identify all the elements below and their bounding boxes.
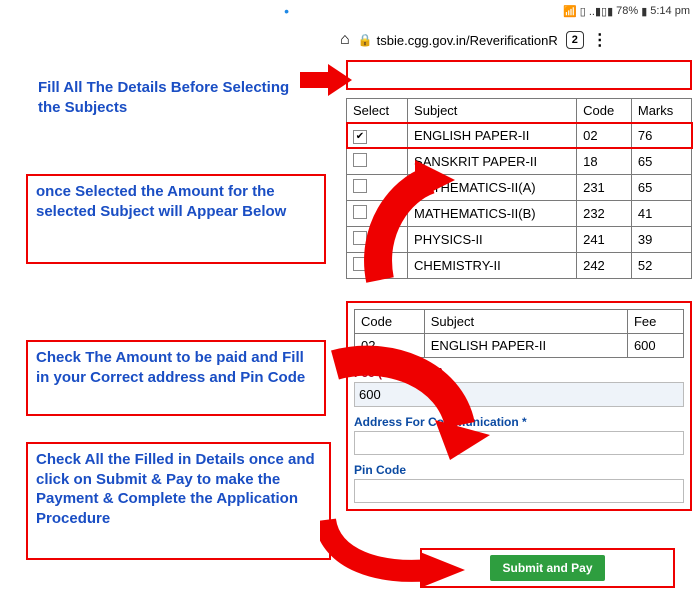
col-fee: Fee <box>627 309 683 333</box>
cell-marks: 39 <box>631 226 691 252</box>
cell-code: 241 <box>577 226 632 252</box>
cell-subject: MATHEMATICS-II(B) <box>408 200 577 226</box>
cell-marks: 52 <box>631 252 691 278</box>
subjects-table: Select Subject Code Marks ENGLISH PAPER-… <box>346 98 692 279</box>
submit-and-pay-button[interactable]: Submit and Pay <box>490 555 604 581</box>
cell-fee: 600 <box>627 333 683 357</box>
col-select: Select <box>347 99 408 123</box>
battery-text: 78% <box>616 5 638 17</box>
table-row: PHYSICS-II 241 39 <box>347 226 692 252</box>
col-marks: Marks <box>631 99 691 123</box>
cell-code: 231 <box>577 174 632 200</box>
cell-marks: 76 <box>631 123 691 149</box>
cell-code: 242 <box>577 252 632 278</box>
status-right: 📶 ▯ ..▮▯▮ 78% ▮ 5:14 pm <box>563 5 690 18</box>
cell-code: 02 <box>577 123 632 149</box>
cell-marks: 65 <box>631 174 691 200</box>
fee-table: Code Subject Fee 02 ENGLISH PAPER-II 600 <box>354 309 684 358</box>
annotation-fill-details: Fill All The Details Before Selecting th… <box>30 72 310 123</box>
tab-count[interactable]: 2 <box>566 31 584 49</box>
table-row: 02 ENGLISH PAPER-II 600 <box>355 333 684 357</box>
checkbox[interactable] <box>353 257 367 271</box>
cell-subject: MATHEMATICS-II(A) <box>408 174 577 200</box>
table-header: Code Subject Fee <box>355 309 684 333</box>
cell-code: 02 <box>355 333 425 357</box>
url-box[interactable]: 🔒 tsbie.cgg.gov.in/ReverificationR <box>358 33 558 48</box>
form-area: Select Subject Code Marks ENGLISH PAPER-… <box>346 60 692 511</box>
fee-label: Fee (in Rupees) <box>354 366 684 380</box>
table-row: ENGLISH PAPER-II 02 76 <box>347 123 692 149</box>
table-row: MATHEMATICS-II(B) 232 41 <box>347 200 692 226</box>
annotation-selected-amount: once Selected the Amount for the selecte… <box>26 174 326 264</box>
col-code: Code <box>577 99 632 123</box>
checkbox[interactable] <box>353 179 367 193</box>
lock-icon: 🔒 <box>358 33 373 47</box>
checkbox[interactable] <box>353 130 367 144</box>
signal-icon: 📶 <box>563 5 577 18</box>
address-input[interactable] <box>354 431 684 455</box>
annotation-check-amount: Check The Amount to be paid and Fill in … <box>26 340 326 416</box>
cell-subject: CHEMISTRY-II <box>408 252 577 278</box>
cell-subject: PHYSICS-II <box>408 226 577 252</box>
clock: 5:14 pm <box>650 5 690 17</box>
details-input-box[interactable] <box>346 60 692 90</box>
col-subject: Subject <box>408 99 577 123</box>
table-row: CHEMISTRY-II 242 52 <box>347 252 692 278</box>
fee-area: Code Subject Fee 02 ENGLISH PAPER-II 600… <box>346 301 692 511</box>
annotation-submit-pay: Check All the Filled in Details once and… <box>26 442 331 560</box>
checkbox[interactable] <box>353 153 367 167</box>
cell-code: 232 <box>577 200 632 226</box>
status-bar: • 📶 ▯ ..▮▯▮ 78% ▮ 5:14 pm <box>0 0 700 22</box>
submit-row: Submit and Pay <box>420 548 675 588</box>
cell-marks: 41 <box>631 200 691 226</box>
address-label: Address For Communication * <box>354 415 684 429</box>
cell-subject: ENGLISH PAPER-II <box>424 333 627 357</box>
cell-code: 18 <box>577 148 632 174</box>
pincode-input[interactable] <box>354 479 684 503</box>
table-header: Select Subject Code Marks <box>347 99 692 123</box>
sim-icon: ▯ ..▮▯▮ <box>580 5 613 18</box>
home-icon[interactable]: ⌂ <box>340 31 350 49</box>
col-subject: Subject <box>424 309 627 333</box>
checkbox[interactable] <box>353 205 367 219</box>
browser-bar: ⌂ 🔒 tsbie.cgg.gov.in/ReverificationR 2 ⋮ <box>340 26 692 54</box>
cell-marks: 65 <box>631 148 691 174</box>
table-row: MATHEMATICS-II(A) 231 65 <box>347 174 692 200</box>
notification-dot: • <box>10 3 563 19</box>
url-text: tsbie.cgg.gov.in/ReverificationR <box>377 33 558 48</box>
cell-subject: ENGLISH PAPER-II <box>408 123 577 149</box>
fee-input[interactable] <box>354 382 684 407</box>
menu-icon[interactable]: ⋮ <box>592 30 608 50</box>
table-row: SANSKRIT PAPER-II 18 65 <box>347 148 692 174</box>
checkbox[interactable] <box>353 231 367 245</box>
col-code: Code <box>355 309 425 333</box>
cell-subject: SANSKRIT PAPER-II <box>408 148 577 174</box>
pincode-label: Pin Code <box>354 463 684 477</box>
battery-icon: ▮ <box>641 5 647 18</box>
